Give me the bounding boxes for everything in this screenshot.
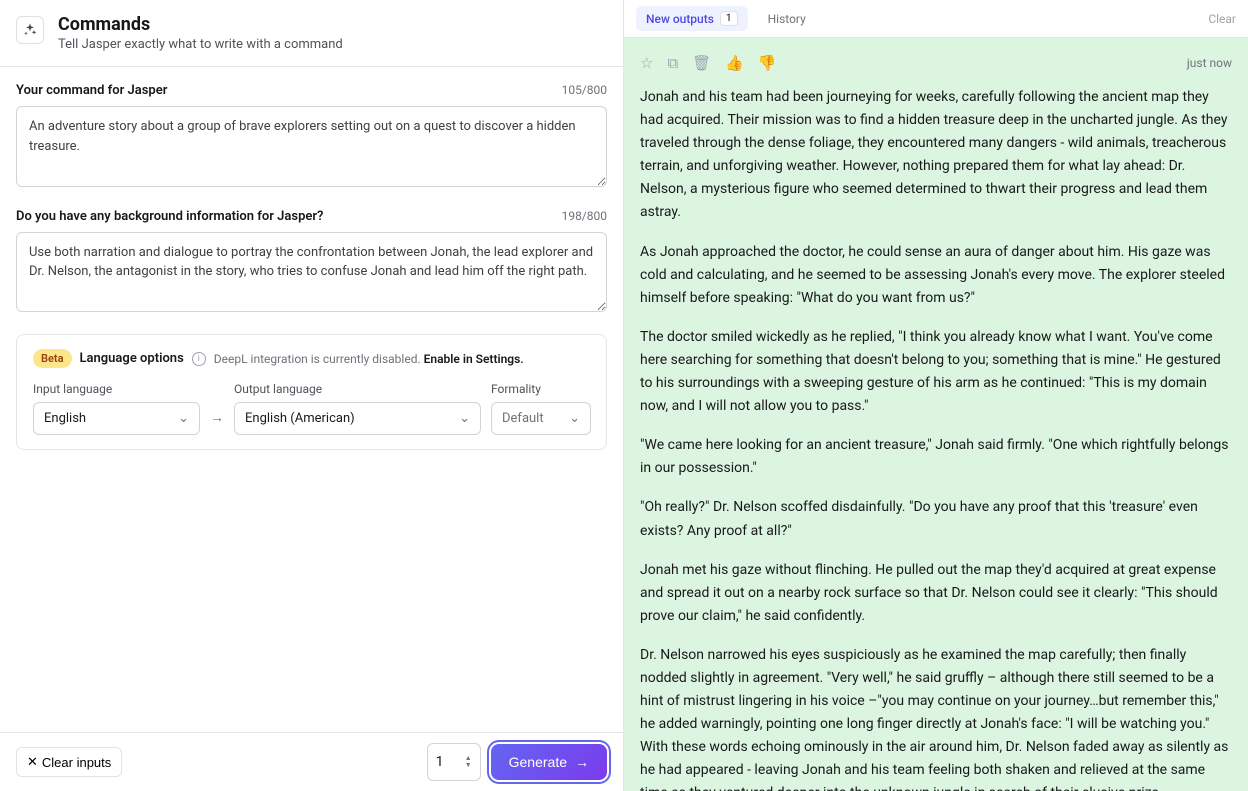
tab-history-label: History [768,12,806,26]
app-logo [16,16,44,44]
output-timestamp: just now [1187,56,1232,70]
output-card: ☆ ⧉ 🗑 👍 👎 just now Jonah and his team ha… [624,38,1248,791]
command-field-group: Your command for Jasper 105/800 [16,83,607,191]
generate-label: Generate [509,754,567,770]
bottom-bar: ✕ Clear inputs 1 ▲ ▼ Generate → [0,732,623,791]
stepper-arrows[interactable]: ▲ ▼ [465,755,472,769]
background-counter: 198/800 [562,209,607,223]
output-language-col: Output language English (American) ⌄ [234,382,481,435]
output-scroll[interactable]: ☆ ⧉ 🗑 👍 👎 just now Jonah and his team ha… [624,38,1248,791]
header-text: Commands Tell Jasper exactly what to wri… [58,14,343,52]
output-paragraph: The doctor smiled wickedly as he replied… [640,326,1232,418]
formality-col: Formality Default ⌄ [491,382,591,435]
generate-button[interactable]: Generate → [491,744,607,780]
thumbs-down-icon[interactable]: 👎 [758,54,777,72]
formality-label: Formality [491,382,591,396]
clear-inputs-label: Clear inputs [42,755,111,770]
header: Commands Tell Jasper exactly what to wri… [0,0,623,67]
clear-inputs-button[interactable]: ✕ Clear inputs [16,747,122,777]
language-selects-row: Input language English ⌄ → Output langua… [33,382,590,435]
command-label: Your command for Jasper [16,83,167,98]
page-subtitle: Tell Jasper exactly what to write with a… [58,37,343,52]
formality-value: Default [502,411,544,426]
info-icon[interactable]: i [192,352,206,366]
chevron-down-icon[interactable]: ▼ [465,762,472,769]
language-options-label: Language options [80,351,184,366]
clear-outputs-link[interactable]: Clear [1208,12,1236,26]
input-language-value: English [44,411,86,426]
background-textarea[interactable] [16,232,607,313]
copy-icon[interactable]: ⧉ [667,54,678,72]
star-icon[interactable]: ☆ [640,54,653,72]
background-field-group: Do you have any background information f… [16,209,607,317]
new-outputs-count: 1 [720,11,738,26]
thumbs-up-icon[interactable]: 👍 [725,54,744,72]
language-options-header: Beta Language options i DeepL integratio… [33,349,590,368]
output-paragraph: Dr. Nelson narrowed his eyes suspiciousl… [640,644,1232,791]
tab-history[interactable]: History [758,7,816,31]
output-count-stepper[interactable]: 1 ▲ ▼ [427,743,481,781]
formality-select[interactable]: Default ⌄ [491,402,591,435]
background-label: Do you have any background information f… [16,209,323,224]
output-language-value: English (American) [245,411,355,426]
arrow-right-icon: → [210,399,224,435]
trash-icon[interactable]: 🗑 [692,54,711,72]
output-language-label: Output language [234,382,481,396]
output-card-topbar: ☆ ⧉ 🗑 👍 👎 just now [640,54,1232,72]
tab-new-outputs[interactable]: New outputs 1 [636,6,748,31]
deepl-status: DeepL integration is currently disabled.… [214,352,524,366]
output-language-select[interactable]: English (American) ⌄ [234,402,481,435]
output-text: Jonah and his team had been journeying f… [640,86,1232,791]
enable-settings-link[interactable]: Enable in Settings. [424,352,524,366]
close-icon: ✕ [27,754,38,770]
output-count-value: 1 [436,754,444,770]
chevron-down-icon: ⌄ [569,411,580,426]
input-language-label: Input language [33,382,200,396]
language-options-box: Beta Language options i DeepL integratio… [16,334,607,450]
input-language-col: Input language English ⌄ [33,382,200,435]
arrow-right-icon: → [575,754,589,770]
chevron-down-icon: ⌄ [459,411,470,426]
command-label-row: Your command for Jasper 105/800 [16,83,607,98]
tab-new-outputs-label: New outputs [646,12,714,26]
rating-icons: ☆ ⧉ 🗑 👍 👎 [640,54,777,72]
chevron-down-icon: ⌄ [178,411,189,426]
output-paragraph: "We came here looking for an ancient tre… [640,434,1232,480]
beta-badge: Beta [33,349,72,368]
output-paragraph: Jonah met his gaze without flinching. He… [640,559,1232,628]
input-language-select[interactable]: English ⌄ [33,402,200,435]
bottom-right-controls: 1 ▲ ▼ Generate → [427,743,607,781]
background-label-row: Do you have any background information f… [16,209,607,224]
right-panel: New outputs 1 History Clear ☆ ⧉ 🗑 👍 👎 ju… [624,0,1248,791]
output-paragraph: Jonah and his team had been journeying f… [640,86,1232,225]
sparkle-icon [22,22,38,38]
command-counter: 105/800 [562,83,607,97]
output-paragraph: "Oh really?" Dr. Nelson scoffed disdainf… [640,496,1232,542]
left-panel: Commands Tell Jasper exactly what to wri… [0,0,624,791]
output-tabs: New outputs 1 History Clear [624,0,1248,38]
page-title: Commands [58,14,343,35]
deepl-text: DeepL integration is currently disabled. [214,352,421,366]
command-textarea[interactable] [16,106,607,187]
output-paragraph: As Jonah approached the doctor, he could… [640,241,1232,310]
form-body: Your command for Jasper 105/800 Do you h… [0,67,623,732]
